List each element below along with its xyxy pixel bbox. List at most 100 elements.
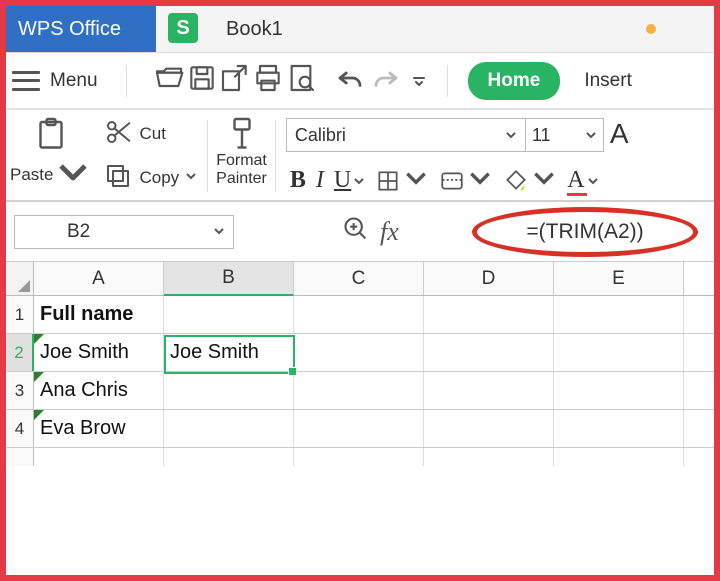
titlebar: WPS Office S Book1: [6, 6, 714, 52]
row-header[interactable]: [6, 448, 34, 466]
cell[interactable]: [424, 410, 554, 447]
ribbon-toolbar: Paste Cut Copy FormatPainter: [6, 110, 714, 202]
column-header[interactable]: A: [34, 262, 164, 295]
formula-text: =(TRIM(A2)): [526, 220, 643, 244]
bold-button[interactable]: B: [290, 167, 306, 194]
chevron-down-icon: [467, 165, 493, 196]
chevron-down-icon: [403, 165, 429, 196]
formula-input[interactable]: =(TRIM(A2)): [472, 207, 698, 257]
document-tab[interactable]: S Book1: [156, 6, 297, 52]
column-header[interactable]: E: [554, 262, 684, 295]
font-color-button[interactable]: A: [567, 167, 598, 194]
increase-font-icon[interactable]: A: [610, 118, 629, 152]
font-size-select[interactable]: 11: [526, 118, 604, 152]
print-preview-icon[interactable]: [285, 62, 317, 99]
document-tab-label: Book1: [226, 18, 283, 41]
cell[interactable]: Eva Brow: [34, 410, 164, 447]
export-icon[interactable]: [219, 62, 251, 99]
cell[interactable]: [554, 372, 684, 409]
paste-label: Paste: [10, 165, 53, 185]
undo-icon[interactable]: [335, 63, 365, 98]
app-title: WPS Office: [6, 6, 156, 52]
redo-icon[interactable]: [371, 63, 401, 98]
tab-insert[interactable]: Insert: [584, 70, 632, 92]
cell[interactable]: Joe Smith: [164, 334, 294, 371]
border-button[interactable]: [375, 165, 429, 196]
save-icon[interactable]: [186, 62, 218, 99]
cell[interactable]: Full name: [34, 296, 164, 333]
row-header[interactable]: 3: [6, 372, 34, 409]
chevron-down-icon: [353, 167, 365, 194]
column-header[interactable]: D: [424, 262, 554, 295]
row-header[interactable]: 4: [6, 410, 34, 447]
cell[interactable]: [294, 410, 424, 447]
separator: [275, 120, 276, 192]
quick-access-dropdown-icon[interactable]: [411, 73, 427, 89]
unsaved-indicator-icon: [646, 24, 656, 34]
cell[interactable]: [554, 334, 684, 371]
formula-bar-row: B2 fx =(TRIM(A2)): [6, 202, 714, 262]
font-name-select[interactable]: Calibri: [286, 118, 526, 152]
name-box[interactable]: B2: [14, 215, 234, 249]
fill-color-button[interactable]: [503, 165, 557, 196]
select-all-triangle[interactable]: [6, 262, 34, 295]
cell[interactable]: [294, 372, 424, 409]
menu-button[interactable]: Menu: [50, 70, 98, 92]
row-header[interactable]: 1: [6, 296, 34, 333]
cell[interactable]: [424, 334, 554, 371]
chevron-down-icon: [585, 125, 597, 146]
cell[interactable]: [424, 448, 554, 466]
cell[interactable]: [164, 372, 294, 409]
chevron-down-icon: [505, 125, 517, 146]
cell[interactable]: [34, 448, 164, 466]
paste-dropdown-icon[interactable]: [55, 154, 91, 195]
copy-icon: [103, 161, 133, 196]
ribbon-top-row: Menu Home Insert: [6, 52, 714, 110]
font-color-glyph: A: [567, 167, 584, 194]
row-header[interactable]: 2: [6, 334, 34, 371]
grid-row: 2Joe SmithJoe Smith: [6, 334, 714, 372]
cell[interactable]: [424, 296, 554, 333]
chevron-down-icon: [531, 165, 557, 196]
cell-style-button[interactable]: [439, 165, 493, 196]
grid-rows: 1Full name2Joe SmithJoe Smith3Ana Chris4…: [6, 296, 714, 466]
open-icon[interactable]: [153, 62, 185, 99]
column-header[interactable]: C: [294, 262, 424, 295]
copy-button[interactable]: Copy: [103, 160, 197, 196]
cell[interactable]: [294, 334, 424, 371]
grid-row: 4Eva Brow: [6, 410, 714, 448]
font-size-value: 11: [532, 125, 551, 146]
error-triangle-icon: [34, 410, 44, 420]
fx-icon[interactable]: fx: [380, 217, 399, 247]
format-painter-icon: [224, 116, 260, 152]
cell[interactable]: [424, 372, 554, 409]
format-painter-button[interactable]: FormatPainter: [210, 116, 273, 196]
cell[interactable]: [294, 296, 424, 333]
cell[interactable]: Ana Chris: [34, 372, 164, 409]
copy-dropdown-icon[interactable]: [185, 169, 197, 187]
cut-button[interactable]: Cut: [103, 116, 197, 152]
cell[interactable]: [294, 448, 424, 466]
cell[interactable]: [554, 296, 684, 333]
zoom-lens-icon[interactable]: [342, 215, 370, 248]
tab-home[interactable]: Home: [468, 62, 561, 100]
underline-glyph: U: [334, 167, 351, 194]
cell[interactable]: [164, 410, 294, 447]
copy-label: Copy: [139, 168, 179, 188]
cell[interactable]: [554, 448, 684, 466]
hamburger-icon[interactable]: [12, 71, 40, 91]
paste-button[interactable]: Paste: [6, 116, 95, 196]
underline-button[interactable]: U: [334, 167, 365, 194]
cell[interactable]: Joe Smith: [34, 334, 164, 371]
cell[interactable]: [164, 296, 294, 333]
italic-button[interactable]: I: [316, 167, 324, 194]
column-header[interactable]: B: [164, 262, 294, 296]
print-icon[interactable]: [252, 62, 284, 99]
spreadsheet-grid[interactable]: ABCDE 1Full name2Joe SmithJoe Smith3Ana …: [6, 262, 714, 466]
format-painter-label-1: Format: [216, 152, 267, 169]
name-box-value: B2: [67, 221, 90, 243]
grid-row: 1Full name: [6, 296, 714, 334]
cell[interactable]: [164, 448, 294, 466]
font-group: Calibri 11 A B I U: [278, 116, 637, 196]
cell[interactable]: [554, 410, 684, 447]
